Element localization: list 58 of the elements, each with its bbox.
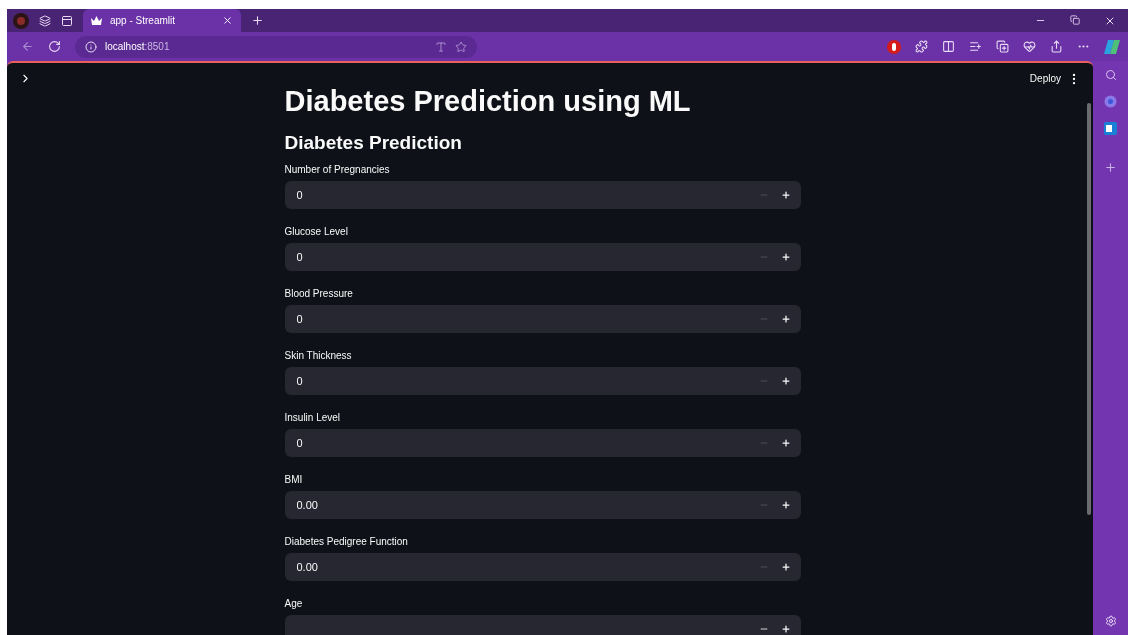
reload-icon[interactable] (48, 40, 61, 53)
field-label: Blood Pressure (284, 288, 354, 299)
number-input[interactable]: 0 (294, 188, 753, 202)
close-icon[interactable] (222, 15, 233, 26)
field-label: Glucose Level (284, 226, 349, 237)
restore-icon[interactable] (1070, 14, 1080, 25)
tab-actions-icon[interactable] (61, 14, 73, 27)
plus-icon (780, 376, 791, 386)
collections-icon[interactable] (996, 40, 1009, 53)
number-field[interactable] (284, 615, 801, 635)
deploy-button[interactable]: Deploy (1023, 71, 1067, 86)
number-field[interactable]: 0.00 (284, 553, 801, 581)
number-field[interactable]: 0 (284, 305, 801, 333)
health-icon[interactable] (1023, 40, 1036, 53)
field-label: BMI (284, 474, 304, 485)
number-field[interactable]: 0 (284, 429, 801, 457)
number-input[interactable]: 0 (294, 312, 753, 326)
number-input[interactable]: 0.00 (294, 560, 753, 574)
number-field[interactable]: 0 (284, 243, 801, 271)
crown-icon (91, 16, 102, 25)
read-aloud-icon[interactable] (435, 40, 447, 53)
number-input[interactable]: 0.00 (294, 498, 753, 512)
back-icon[interactable] (21, 40, 34, 53)
field-label: Diabetes Pedigree Function (284, 536, 409, 547)
number-input[interactable]: 0 (294, 436, 753, 450)
page-title: Diabetes Prediction using ML (284, 85, 692, 118)
new-tab-icon[interactable] (251, 14, 264, 27)
plus-icon (780, 438, 791, 448)
plus-icon (780, 190, 791, 200)
plus-icon (780, 624, 791, 634)
add-icon[interactable] (1104, 161, 1117, 174)
settings-icon[interactable] (1104, 615, 1117, 627)
number-field[interactable]: 0.00 (284, 491, 801, 519)
plus-icon (780, 252, 791, 262)
hand-icon[interactable] (887, 39, 901, 54)
split-screen-icon[interactable] (942, 40, 955, 53)
plus-icon (780, 562, 791, 572)
url-text: localhost:8501 (105, 41, 170, 52)
number-field[interactable]: 0 (284, 181, 801, 209)
plus-icon (780, 500, 791, 510)
field-label: Skin Thickness (284, 350, 353, 361)
share-icon[interactable] (1050, 40, 1063, 53)
address-bar[interactable]: localhost:8501 (75, 35, 477, 58)
number-input[interactable]: 0 (294, 250, 753, 264)
browser-tab[interactable]: app - Streamlit (83, 9, 241, 32)
field-label: Number of Pregnancies (284, 164, 391, 175)
plus-icon (780, 314, 791, 324)
workspaces-icon[interactable] (39, 14, 51, 27)
number-field[interactable]: 0 (284, 367, 801, 395)
section-heading: Diabetes Prediction (284, 132, 463, 154)
field-label: Age (284, 598, 304, 609)
favorites-icon[interactable] (969, 40, 982, 53)
extensions-icon[interactable] (915, 40, 928, 53)
search-icon[interactable] (1104, 69, 1117, 81)
number-input[interactable]: 0 (294, 374, 753, 388)
info-icon[interactable] (85, 40, 97, 53)
favorite-icon[interactable] (455, 40, 467, 53)
field-label: Insulin Level (284, 412, 342, 423)
